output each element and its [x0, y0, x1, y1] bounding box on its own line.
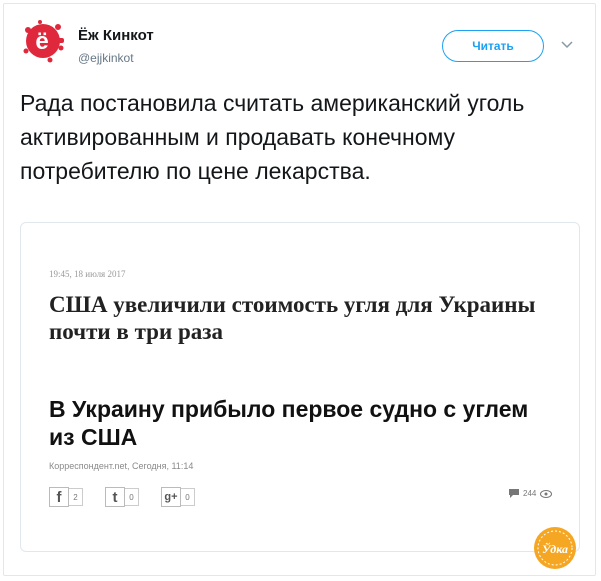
follow-button-label: Читать: [472, 39, 514, 53]
share-facebook[interactable]: f 2: [49, 487, 83, 507]
share-twitter[interactable]: t 0: [105, 487, 139, 507]
eye-icon: [540, 489, 553, 498]
share-gplus[interactable]: g+ 0: [161, 487, 195, 507]
headline-top: США увеличили стоимость угля для Украины…: [49, 292, 536, 344]
account-name[interactable]: Ёж Кинкот: [78, 27, 154, 44]
svg-text:ё: ё: [35, 28, 48, 55]
headline-bottom: В Украину прибыло первое судно с углем и…: [49, 396, 529, 450]
twitter-icon: t: [105, 487, 125, 507]
follow-button[interactable]: Читать: [442, 30, 544, 62]
comments-count: 244: [523, 489, 537, 498]
comment-icon: [509, 489, 519, 498]
article-date: 19:45, 18 июля 2017: [49, 269, 126, 279]
chevron-down-icon[interactable]: [560, 38, 574, 52]
watermark-logo: Ўдка: [534, 527, 576, 569]
quoted-image-card[interactable]: 19:45, 18 июля 2017 США увеличили стоимо…: [20, 222, 580, 552]
comments-info: 244: [509, 489, 553, 498]
article-source: Корреспондент.net, Сегодня, 11:14: [49, 461, 194, 471]
google-plus-icon: g+: [161, 487, 181, 507]
share-count: 0: [125, 488, 139, 506]
avatar[interactable]: ё: [20, 18, 66, 64]
tweet-text: Рада постановила считать американский уг…: [20, 90, 525, 184]
facebook-icon: f: [49, 487, 69, 507]
share-buttons: f 2 t 0 g+ 0: [49, 487, 195, 507]
share-count: 0: [181, 488, 195, 506]
account-handle[interactable]: @ejjkinkot: [78, 51, 134, 65]
svg-text:Ўдка: Ўдка: [542, 541, 568, 556]
share-count: 2: [69, 488, 83, 506]
